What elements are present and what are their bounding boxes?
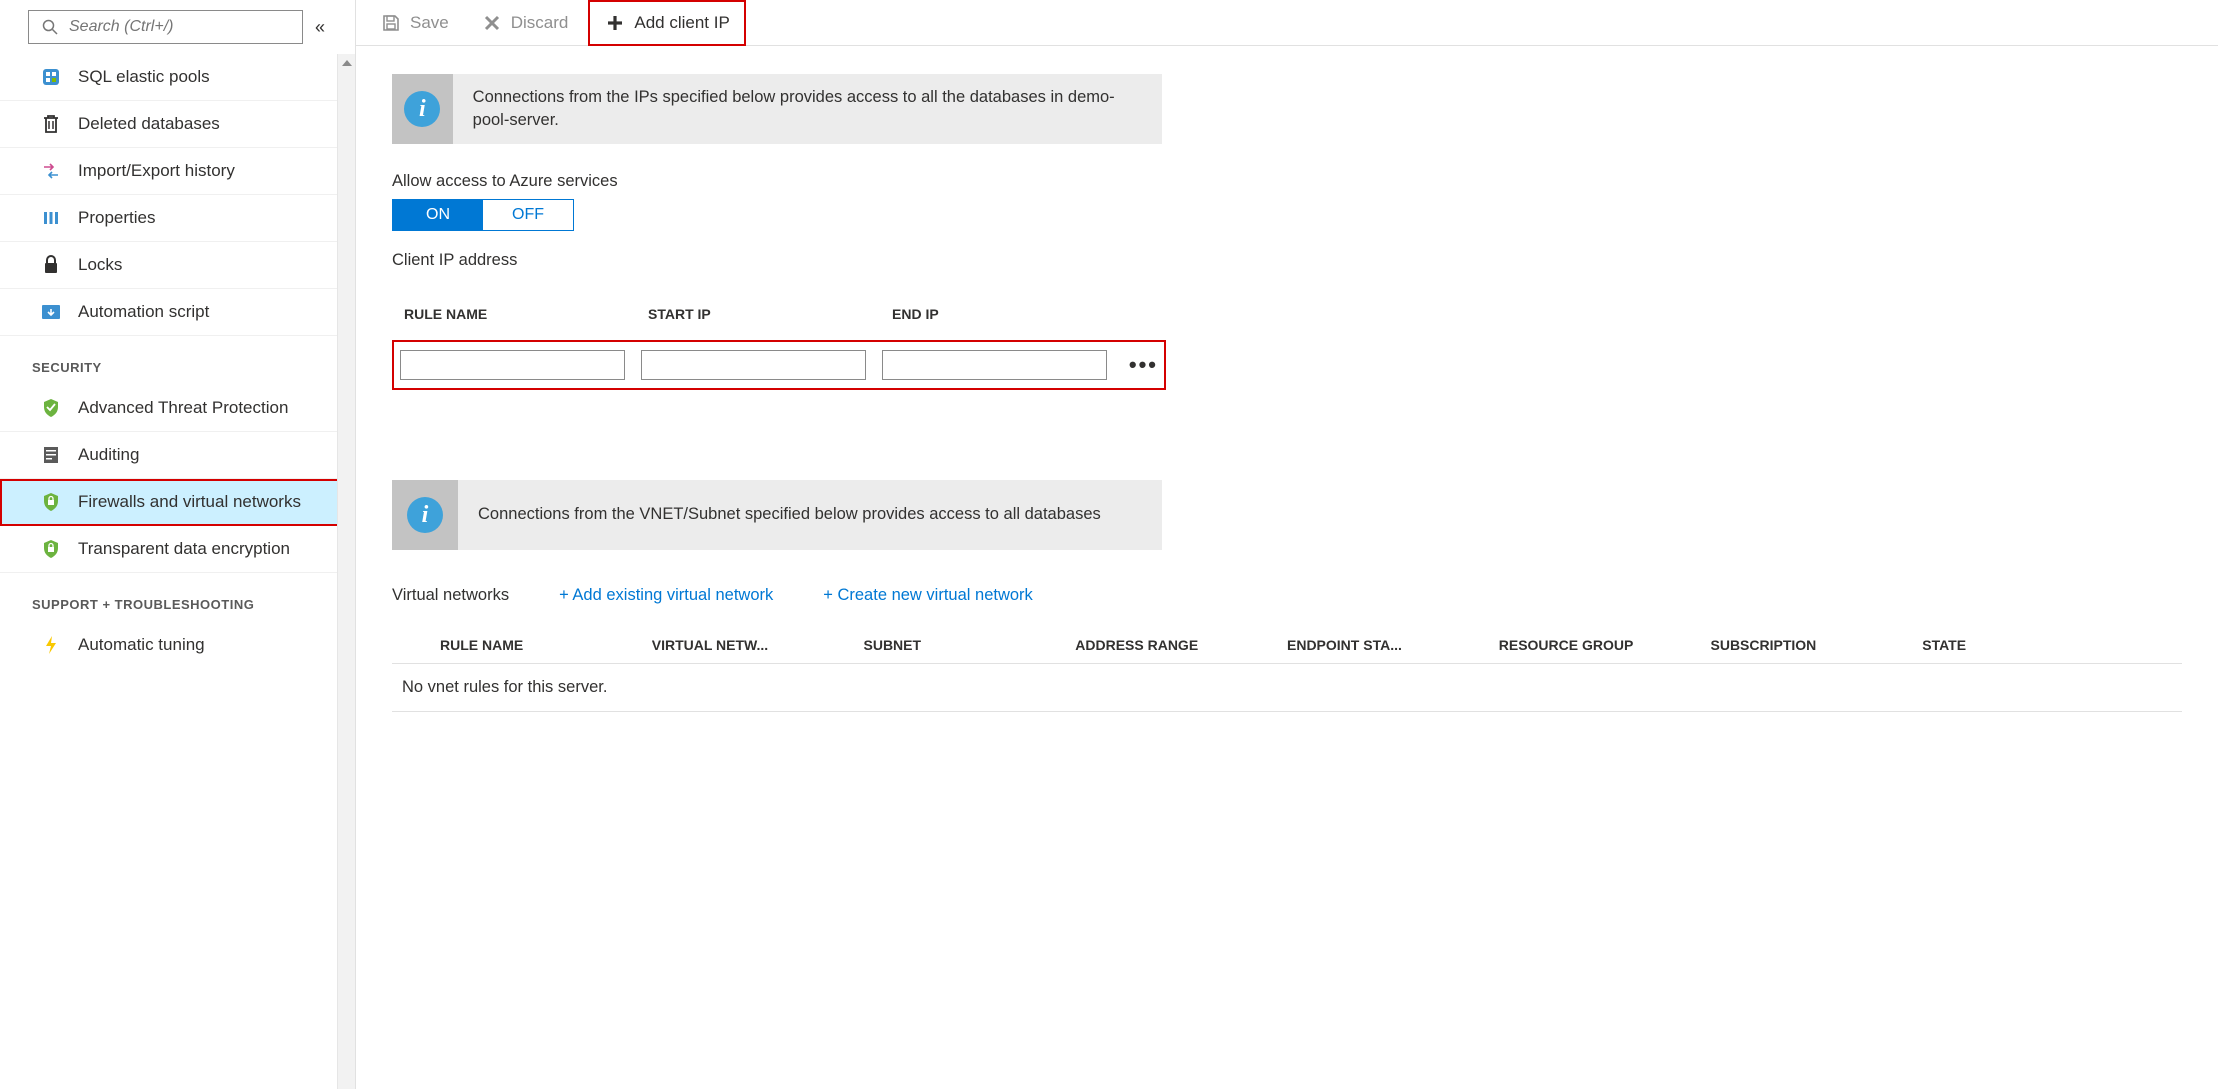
col-virtual-network: VIRTUAL NETW... [652, 637, 864, 653]
sidebar-item-locks[interactable]: Locks [0, 242, 345, 289]
sidebar-item-label: Automation script [78, 302, 209, 322]
col-state: STATE [1922, 637, 2134, 653]
sidebar-item-automation-script[interactable]: Automation script [0, 289, 345, 336]
discard-label: Discard [511, 13, 569, 33]
col-address-range: ADDRESS RANGE [1075, 637, 1287, 653]
toggle-off[interactable]: OFF [483, 200, 573, 230]
import-export-icon [40, 160, 62, 182]
info-text: Connections from the IPs specified below… [453, 76, 1162, 142]
col-rule-name: RULE NAME [404, 306, 632, 322]
col-end-ip: END IP [892, 306, 1120, 322]
search-icon [39, 16, 61, 38]
vnet-table-headers: RULE NAME VIRTUAL NETW... SUBNET ADDRESS… [392, 629, 2182, 664]
sidebar-item-label: Properties [78, 208, 155, 228]
sidebar-item-deleted-databases[interactable]: Deleted databases [0, 101, 345, 148]
scroll-up-icon[interactable] [338, 54, 355, 72]
collapse-icon[interactable]: « [313, 17, 327, 38]
auditing-icon [40, 444, 62, 466]
sidebar-item-label: SQL elastic pools [78, 67, 210, 87]
info-banner-ips: i Connections from the IPs specified bel… [392, 74, 1162, 144]
sidebar-item-label: Automatic tuning [78, 635, 205, 655]
sidebar-item-auditing[interactable]: Auditing [0, 432, 345, 479]
trash-icon [40, 113, 62, 135]
add-client-ip-label: Add client IP [634, 13, 729, 33]
properties-icon [40, 207, 62, 229]
shield-check-icon [40, 397, 62, 419]
discard-button[interactable]: Discard [469, 6, 581, 40]
shield-lock-icon [40, 538, 62, 560]
col-subnet: SUBNET [864, 637, 1076, 653]
col-subscription: SUBSCRIPTION [1711, 637, 1923, 653]
automation-icon [40, 301, 62, 323]
discard-icon [481, 12, 503, 34]
shield-lock-icon [40, 491, 62, 513]
scrollbar[interactable] [337, 54, 355, 1089]
end-ip-input[interactable] [882, 350, 1107, 380]
vnet-label: Virtual networks [392, 586, 509, 605]
section-header-support: SUPPORT + TROUBLESHOOTING [0, 573, 345, 622]
add-existing-vnet-link[interactable]: + Add existing virtual network [559, 586, 773, 605]
lightning-icon [40, 634, 62, 656]
allow-azure-label: Allow access to Azure services [392, 172, 2182, 191]
sidebar-item-label: Import/Export history [78, 161, 235, 181]
client-ip-label: Client IP address [392, 251, 2182, 270]
sidebar-item-label: Transparent data encryption [78, 539, 290, 559]
sidebar-item-label: Auditing [78, 445, 139, 465]
section-header-security: SECURITY [0, 336, 345, 385]
sidebar-item-properties[interactable]: Properties [0, 195, 345, 242]
elastic-pool-icon [40, 66, 62, 88]
rule-name-input[interactable] [400, 350, 625, 380]
search-input-wrap[interactable] [28, 10, 303, 44]
sidebar: « SQL elastic pools [0, 0, 356, 1089]
add-client-ip-button[interactable]: Add client IP [588, 0, 745, 46]
vnet-empty-message: No vnet rules for this server. [392, 664, 2182, 712]
info-text: Connections from the VNET/Subnet specifi… [458, 493, 1121, 536]
sidebar-item-label: Locks [78, 255, 122, 275]
info-icon: i [392, 480, 458, 550]
main-panel: Save Discard Add client IP i Connections… [356, 0, 2218, 1089]
save-icon [380, 12, 402, 34]
save-button[interactable]: Save [368, 6, 461, 40]
sidebar-item-label: Advanced Threat Protection [78, 398, 288, 418]
plus-icon [604, 12, 626, 34]
col-rule-name: RULE NAME [440, 637, 652, 653]
search-input[interactable] [69, 18, 292, 36]
toggle-on[interactable]: ON [393, 200, 483, 230]
sidebar-item-automatic-tuning[interactable]: Automatic tuning [0, 622, 345, 668]
col-start-ip: START IP [648, 306, 876, 322]
more-icon[interactable]: ••• [1123, 352, 1158, 378]
sidebar-item-tde[interactable]: Transparent data encryption [0, 526, 345, 573]
allow-azure-toggle[interactable]: ON OFF [392, 199, 574, 231]
info-banner-vnet: i Connections from the VNET/Subnet speci… [392, 480, 1162, 550]
sidebar-item-label: Deleted databases [78, 114, 220, 134]
col-endpoint-status: ENDPOINT STA... [1287, 637, 1499, 653]
sidebar-item-label: Firewalls and virtual networks [78, 492, 301, 512]
create-new-vnet-link[interactable]: + Create new virtual network [823, 586, 1033, 605]
info-icon: i [392, 74, 453, 144]
start-ip-input[interactable] [641, 350, 866, 380]
toolbar: Save Discard Add client IP [356, 0, 2218, 46]
save-label: Save [410, 13, 449, 33]
lock-icon [40, 254, 62, 276]
col-resource-group: RESOURCE GROUP [1499, 637, 1711, 653]
firewall-table-headers: RULE NAME START IP END IP [392, 306, 2182, 322]
sidebar-item-elastic-pools[interactable]: SQL elastic pools [0, 54, 345, 101]
sidebar-item-atp[interactable]: Advanced Threat Protection [0, 385, 345, 432]
firewall-rule-row: ••• [392, 340, 1166, 390]
sidebar-item-import-export[interactable]: Import/Export history [0, 148, 345, 195]
sidebar-item-firewalls[interactable]: Firewalls and virtual networks [0, 479, 345, 526]
